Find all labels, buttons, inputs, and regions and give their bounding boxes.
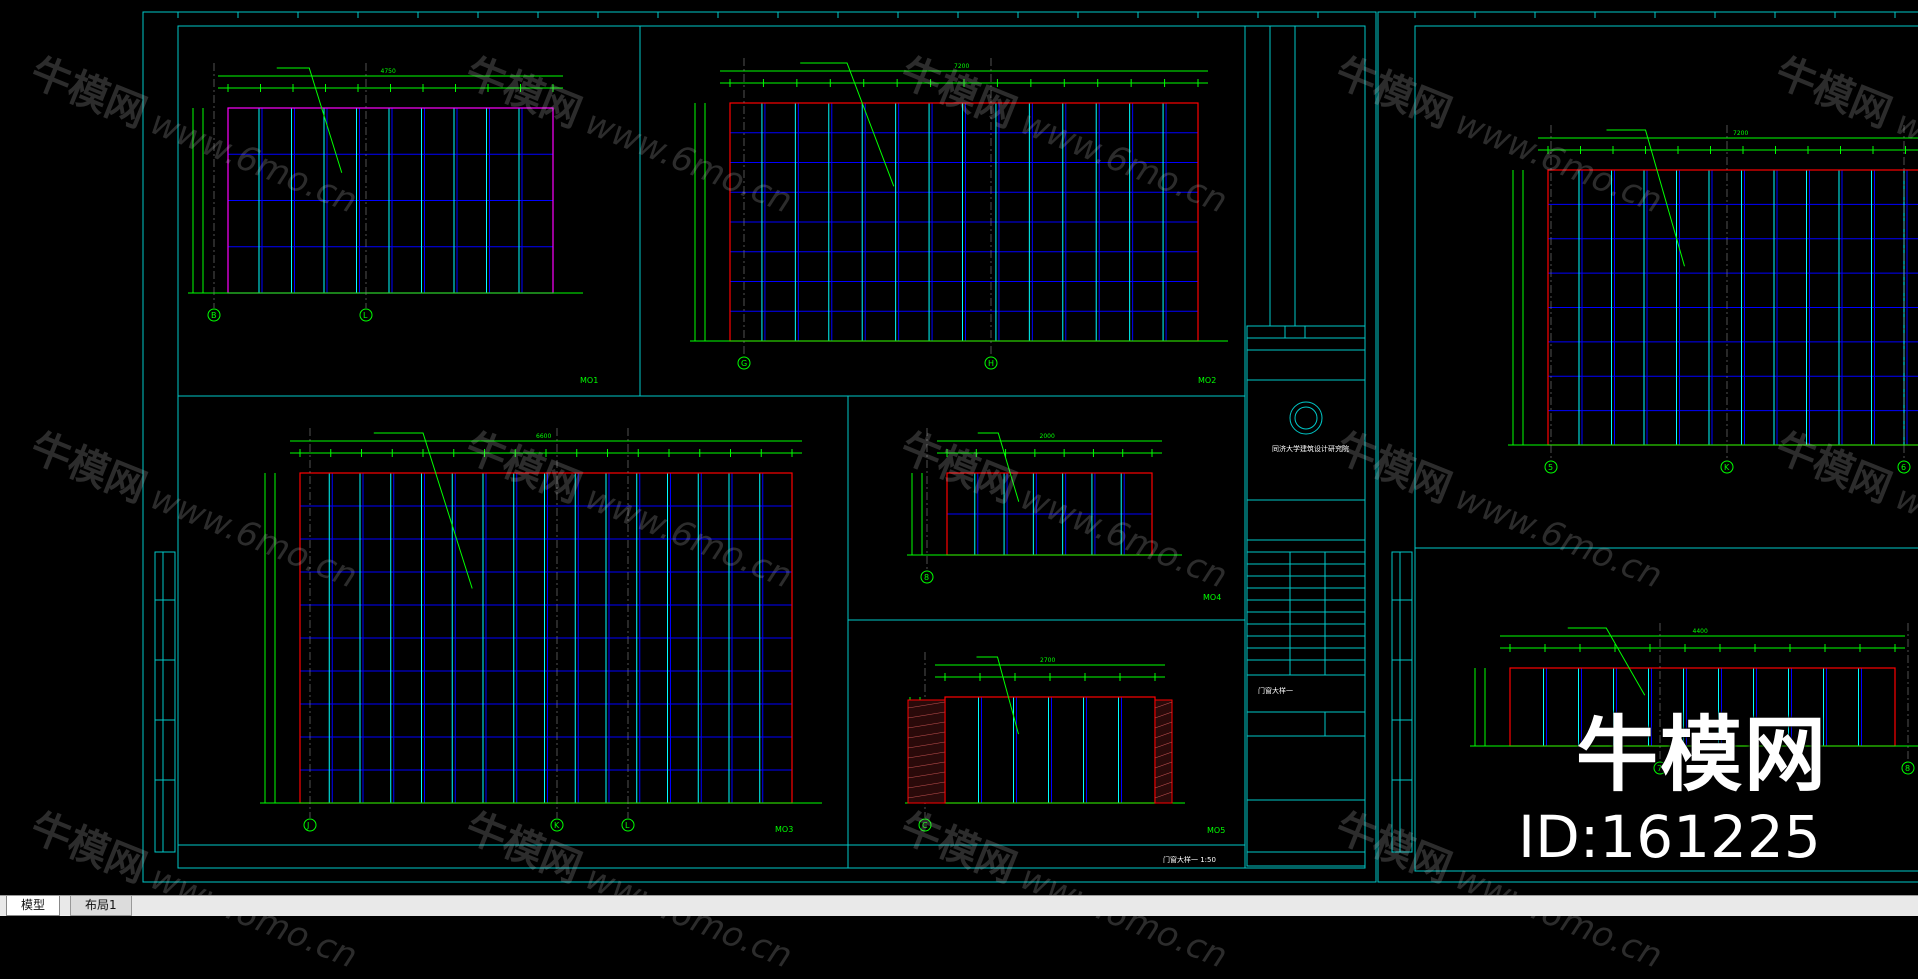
elevation-mo7: 4400 7 8 (1470, 623, 1918, 775)
elevation-mo2: 7200 G H MO2 (690, 58, 1228, 385)
elevation-mo2-total-dim: 7200 (954, 63, 969, 70)
axis-bubble-H: H (988, 359, 994, 368)
cad-model-space[interactable]: 4750 B L MO1 7200 G H MO2 6600 J K L MO3 2000 8 MO4 2700… (0, 0, 1918, 895)
elevation-mo4-label: MO4 (1203, 593, 1221, 602)
axis-bubble-G: G (741, 359, 747, 368)
title-block-drawing-name: 门窗大样一 (1258, 686, 1293, 695)
axis-bubble-8: 8 (1905, 764, 1910, 773)
top-ruler-ticks (177, 12, 1896, 18)
mo5-wall-hatch (907, 699, 1173, 804)
axis-bubble-6: 6 (1901, 463, 1906, 472)
axis-bubble-L: L (625, 821, 630, 830)
axis-bubble-K: K (554, 821, 560, 830)
elevation-mo1: 4750 B L MO1 (188, 63, 598, 385)
tab-model[interactable]: 模型 (6, 896, 61, 916)
elevation-mo4-total-dim: 2000 (1040, 433, 1055, 440)
axis-bubble-8: 8 (924, 573, 929, 582)
elevation-mo1-label: MO1 (580, 376, 598, 385)
axis-bubble-7: 7 (1657, 764, 1662, 773)
elevation-mo3-label: MO3 (775, 825, 793, 834)
elevation-mo4: 2000 8 MO4 (907, 428, 1221, 602)
axis-bubble-5: 5 (1548, 463, 1553, 472)
elevation-mo3-total-dim: 6600 (536, 433, 551, 440)
axis-bubble-B: B (211, 311, 217, 320)
elevation-mo6: 7200 5 K 6 (1508, 125, 1918, 474)
sheet-2-frame (1377, 11, 1918, 883)
elevation-mo6-total-dim: 7200 (1733, 130, 1748, 137)
elevation-mo2-label: MO2 (1198, 376, 1216, 385)
scale-note: 门窗大样一 1:50 (1163, 855, 1216, 864)
elevation-mo5: 2700 C MO5 (905, 652, 1225, 835)
axis-bubble-L: L (363, 311, 368, 320)
axis-bubble-K: K (1724, 463, 1730, 472)
tab-layout-1[interactable]: 布局1 (70, 896, 132, 916)
axis-bubble-J: J (306, 821, 309, 830)
elevation-mo1-total-dim: 4750 (381, 68, 396, 75)
elevation-mo5-label: MO5 (1207, 826, 1225, 835)
elevation-mo7-total-dim: 4400 (1693, 628, 1708, 635)
layout-tab-bar: 模型 布局1 (0, 895, 1918, 916)
elevation-mo3: 6600 J K L MO3 (260, 428, 822, 834)
axis-bubble-C: C (922, 821, 928, 830)
cad-drawing: 4750 B L MO1 7200 G H MO2 6600 J K L MO3 2000 8 MO4 2700… (142, 11, 1918, 883)
title-block-company: 同济大学建筑设计研究院 (1272, 444, 1349, 453)
elevation-mo5-total-dim: 2700 (1040, 657, 1055, 664)
